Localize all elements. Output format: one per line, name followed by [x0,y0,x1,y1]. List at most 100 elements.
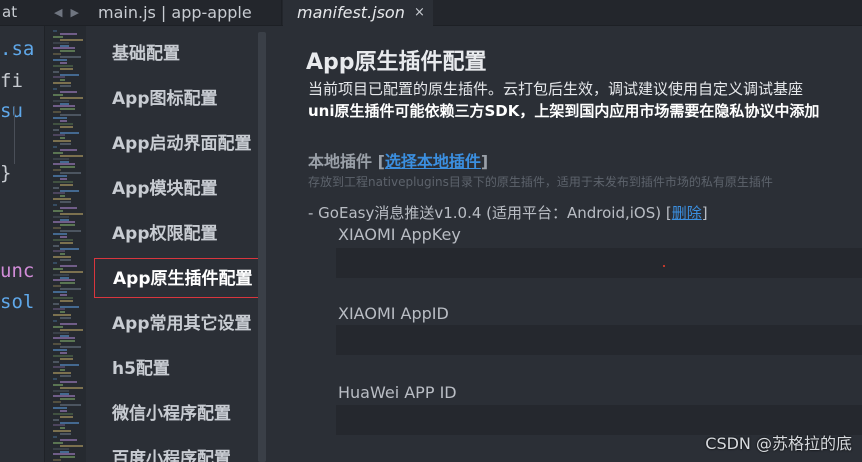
plugin-entry: - GoEasy消息推送v1.0.4 (适用平台：Android,iOS) [删… [308,202,708,223]
minimap-line [60,415,73,418]
xiaomi-appid-input[interactable] [336,325,862,355]
minimap-line [53,424,65,427]
editor-window: at ◀ ▶ main.js | app-apple manifest.json… [0,0,862,462]
minimap-line [60,369,65,372]
minimap-line [53,279,75,282]
minimap-line [53,447,69,450]
select-local-plugin-link[interactable]: 选择本地插件 [385,152,481,171]
minimap-line [60,363,79,366]
minimap-line [60,32,77,35]
minimap-line [60,247,79,250]
minimap-line [53,372,71,375]
minimap-line [60,241,73,244]
minimap-line [60,456,75,459]
minimap-line [60,79,65,82]
minimap-line [53,41,69,44]
minimap[interactable] [44,26,86,462]
minimap-line [60,143,71,146]
minimap-line [53,407,67,409]
minimap-line [53,35,63,38]
minimap-line [53,273,69,276]
close-icon[interactable]: × [414,0,425,25]
sidebar-item-app-permissions[interactable]: App权限配置 [94,214,268,254]
sidebar-item-basic[interactable]: 基础配置 [94,34,268,74]
sidebar-scrollbar[interactable] [258,32,266,462]
minimap-line [60,73,79,76]
minimap-line [53,151,63,154]
minimap-line [60,375,71,378]
minimap-line [60,224,75,227]
minimap-line [53,383,63,386]
tab-manifest-json[interactable]: manifest.json × [283,0,433,26]
minimap-line [53,430,71,433]
minimap-line [53,221,75,224]
minimap-line [53,238,73,241]
minimap-line [53,401,61,404]
minimap-line [53,140,71,143]
minimap-line [53,215,69,218]
minimap-line [53,82,71,85]
chevron-right-icon[interactable]: ▶ [70,0,78,26]
minimap-line [53,331,69,334]
minimap-line [53,296,73,299]
delete-plugin-link[interactable]: 删除 [672,204,702,222]
minimap-line [53,122,73,125]
minimap-line [53,453,75,456]
minimap-line [53,378,57,380]
minimap-line [60,409,67,412]
minimap-line [60,148,77,151]
sidebar-item-app-modules[interactable]: App模块配置 [94,169,268,209]
sidebar-item-app-splash[interactable]: App启动界面配置 [94,124,268,164]
minimap-line [53,117,67,119]
code-line: unc [0,260,35,282]
privacy-notice: uni原生插件可能依赖三方SDK，上架到国内应用市场需要在隐私协议中添加 [308,102,820,120]
minimap-line [60,276,69,279]
minimap-line [53,128,59,131]
minimap-line [53,105,75,108]
bracket-open: [ [377,152,385,171]
minimap-line [60,438,77,441]
minimap-line [53,169,61,172]
minimap-line [60,102,69,105]
minimap-line [60,183,73,186]
minimap-line [53,436,57,438]
minimap-line [53,64,73,67]
local-plugins-hint: 存放到工程nativeplugins目录下的原生插件，适用于未发布到插件市场的私… [308,175,773,189]
tab-fragment[interactable]: at [0,0,44,26]
minimap-line [60,288,81,291]
minimap-line [60,427,65,430]
text-cursor-mark [663,265,665,267]
minimap-line [60,125,73,128]
sidebar-item-app-native-plugins[interactable]: App原生插件配置 [94,258,268,298]
sidebar-item-baidu-mp[interactable]: 百度小程序配置 [94,439,268,462]
minimap-line [53,47,75,50]
minimap-line [53,302,59,305]
minimap-line [60,96,83,99]
minimap-line [60,392,69,395]
minimap-line [60,386,83,389]
code-editor[interactable]: .sa fi su } unc sol [0,26,44,462]
code-line: } [0,162,12,184]
minimap-line [60,264,77,267]
section-label: 本地插件 [308,152,378,171]
xiaomi-appkey-input[interactable] [336,248,862,278]
minimap-line [60,444,83,447]
sidebar-item-h5[interactable]: h5配置 [94,349,268,389]
minimap-line [60,433,71,436]
sidebar-item-app-other-settings[interactable]: App常用其它设置 [94,304,268,344]
tab-main-js[interactable]: main.js | app-apple [86,0,282,26]
minimap-line [53,88,57,90]
minimap-line [53,198,71,201]
minimap-line [53,204,57,206]
minimap-line [53,343,61,346]
tab-navigation: ◀ ▶ [48,0,86,26]
sidebar-item-app-icon[interactable]: App图标配置 [94,79,268,119]
minimap-line [60,340,75,343]
sidebar-item-weixin-mp[interactable]: 微信小程序配置 [94,394,268,434]
minimap-line [53,250,65,253]
minimap-line [60,201,71,204]
minimap-line [60,398,75,401]
chevron-left-icon[interactable]: ◀ [54,0,62,26]
minimap-line [53,325,63,328]
page-description: 当前项目已配置的原生插件。云打包后生效，调试建议使用自定义调试基座 [308,80,804,98]
